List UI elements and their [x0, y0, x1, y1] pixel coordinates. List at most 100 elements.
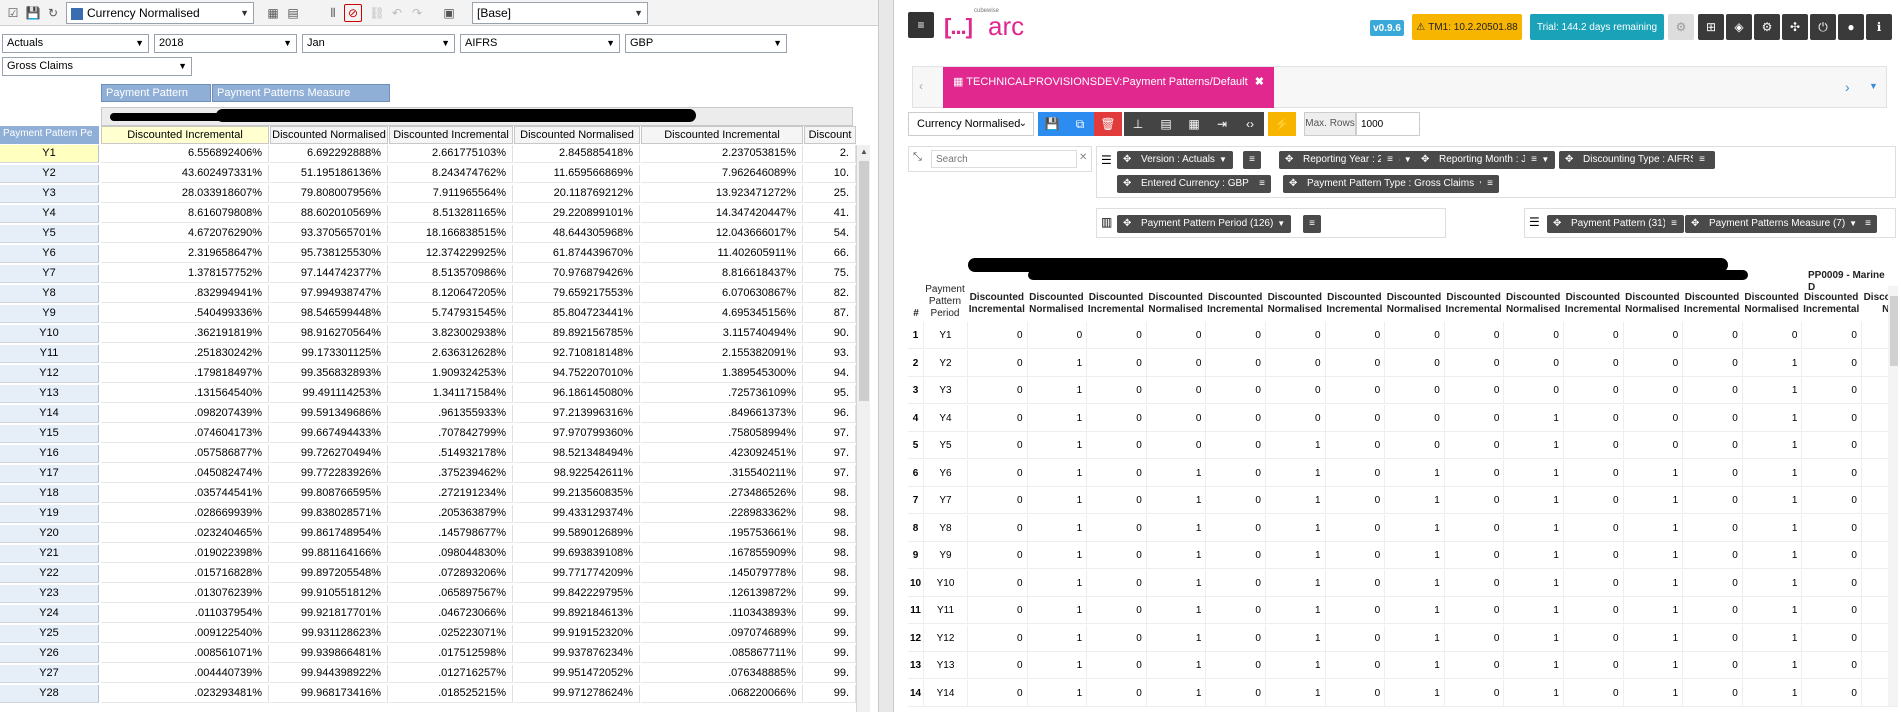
column-header[interactable]: Discounted Incremental: [1087, 292, 1145, 320]
column-header[interactable]: Discounted Incremental: [101, 126, 269, 144]
version-filter[interactable]: Actuals ▼: [2, 34, 149, 53]
data-cell[interactable]: 1: [1623, 679, 1684, 707]
data-cell[interactable]: 0: [1206, 404, 1266, 432]
data-cell[interactable]: 1: [1385, 514, 1445, 542]
data-cell[interactable]: 0: [1683, 377, 1743, 404]
data-cell[interactable]: 0: [1087, 514, 1147, 542]
data-cell[interactable]: .195753661%: [641, 525, 803, 543]
data-cell[interactable]: .961355933%: [389, 405, 513, 423]
data-cell[interactable]: 0: [1206, 624, 1266, 652]
data-cell[interactable]: 79.808007956%: [270, 185, 388, 203]
data-cell[interactable]: .045082474%: [101, 465, 269, 483]
checkbox-icon[interactable]: ☑: [4, 4, 22, 22]
column-header[interactable]: Discounted Incremental: [1683, 292, 1741, 320]
data-cell[interactable]: 98.922542611%: [514, 465, 640, 483]
data-cell[interactable]: 1: [1623, 652, 1684, 679]
undo-icon[interactable]: ↶: [388, 4, 406, 22]
data-cell[interactable]: 0: [1444, 377, 1505, 404]
data-cell[interactable]: 0: [1325, 377, 1386, 404]
close-icon[interactable]: ✖: [1255, 76, 1264, 88]
data-cell[interactable]: 0: [1444, 404, 1505, 432]
row-header[interactable]: Y2: [924, 349, 968, 377]
data-cell[interactable]: 0: [1683, 652, 1743, 679]
data-cell[interactable]: 0: [1087, 597, 1147, 624]
data-cell[interactable]: 0: [1325, 542, 1386, 569]
data-cell[interactable]: 28.033918607%: [101, 185, 269, 203]
row-header[interactable]: Y7: [924, 487, 968, 514]
data-cell[interactable]: .098044830%: [389, 545, 513, 563]
row-header[interactable]: Y1: [0, 145, 99, 163]
data-cell[interactable]: 0: [1444, 514, 1505, 542]
data-cell[interactable]: 0: [1802, 459, 1862, 487]
data-cell[interactable]: 1: [1146, 679, 1207, 707]
data-cell[interactable]: .023240465%: [101, 525, 269, 543]
data-cell[interactable]: 18.166838515%: [389, 225, 513, 243]
data-cell[interactable]: 8.816618437%: [641, 265, 803, 283]
row-header[interactable]: Y17: [0, 465, 99, 483]
data-cell[interactable]: 2.237053815%: [641, 145, 803, 163]
data-cell[interactable]: 1: [1146, 597, 1207, 624]
data-cell[interactable]: 0: [1146, 322, 1207, 349]
month-filter[interactable]: Jan ▼: [302, 34, 455, 53]
data-cell[interactable]: 98.: [804, 565, 856, 583]
tree-icon[interactable]: ⊥: [1124, 112, 1152, 136]
data-cell[interactable]: 1: [1742, 679, 1803, 707]
data-cell[interactable]: 0: [1206, 514, 1266, 542]
data-cell[interactable]: .315540211%: [641, 465, 803, 483]
data-cell[interactable]: 92.710818148%: [514, 345, 640, 363]
data-cell[interactable]: 1: [1266, 652, 1326, 679]
row-header[interactable]: Y8: [0, 285, 99, 303]
data-cell[interactable]: 0: [968, 514, 1028, 542]
data-cell[interactable]: 0: [1444, 349, 1505, 377]
data-cell[interactable]: 1: [1742, 624, 1803, 652]
data-cell[interactable]: 99.808766595%: [270, 485, 388, 503]
data-cell[interactable]: 0: [1802, 487, 1862, 514]
data-cell[interactable]: 8.243474762%: [389, 165, 513, 183]
data-cell[interactable]: .375239462%: [389, 465, 513, 483]
data-cell[interactable]: 0: [1623, 322, 1684, 349]
data-cell[interactable]: 7.911965564%: [389, 185, 513, 203]
data-cell[interactable]: 1: [1623, 542, 1684, 569]
data-cell[interactable]: 0: [1444, 322, 1505, 349]
column-header[interactable]: Discounted Incremental: [1564, 292, 1622, 320]
column-header[interactable]: Discounted Incremental: [389, 126, 513, 144]
data-cell[interactable]: 99.897205548%: [270, 565, 388, 583]
data-cell[interactable]: 0: [1444, 432, 1505, 459]
data-cell[interactable]: 98.: [804, 525, 856, 543]
data-cell[interactable]: .074604173%: [101, 425, 269, 443]
column-dimension-payment-pattern[interactable]: Payment Pattern: [101, 84, 211, 102]
data-cell[interactable]: .057586877%: [101, 445, 269, 463]
data-cell[interactable]: 97.213996316%: [514, 405, 640, 423]
data-cell[interactable]: 0: [1742, 322, 1803, 349]
data-cell[interactable]: 8.616079808%: [101, 205, 269, 223]
data-cell[interactable]: 1.389545300%: [641, 365, 803, 383]
data-cell[interactable]: .004440739%: [101, 665, 269, 683]
column-header[interactable]: Discounted Normalised: [1743, 292, 1801, 320]
data-cell[interactable]: 1: [1504, 487, 1564, 514]
data-cell[interactable]: 93.370565701%: [270, 225, 388, 243]
view-select[interactable]: Currency Normalised ⌄: [908, 112, 1034, 136]
data-cell[interactable]: 0: [1802, 679, 1862, 707]
data-cell[interactable]: 0: [1802, 377, 1862, 404]
data-cell[interactable]: 1: [1027, 377, 1088, 404]
data-cell[interactable]: 88.602010569%: [270, 205, 388, 223]
data-cell[interactable]: 99.: [804, 585, 856, 603]
data-cell[interactable]: 1: [1385, 624, 1445, 652]
data-cell[interactable]: 99.931128623%: [270, 625, 388, 643]
data-cell[interactable]: 99.772283926%: [270, 465, 388, 483]
data-cell[interactable]: 0: [968, 679, 1028, 707]
data-cell[interactable]: .540499336%: [101, 305, 269, 323]
row-header[interactable]: Y6: [0, 245, 99, 263]
subset-select[interactable]: [Base] ▼: [472, 2, 648, 24]
row-header[interactable]: Y9: [0, 305, 99, 323]
row-chip-menu-icon[interactable]: ≡: [1303, 215, 1321, 233]
row-header[interactable]: Y1: [924, 322, 968, 349]
year-filter[interactable]: 2018 ▼: [154, 34, 297, 53]
data-cell[interactable]: 0: [1087, 349, 1147, 377]
column-chip-menu-icon[interactable]: ≡: [1665, 215, 1683, 233]
row-header[interactable]: Y27: [0, 665, 99, 683]
data-cell[interactable]: .707842799%: [389, 425, 513, 443]
data-cell[interactable]: 99.: [804, 625, 856, 643]
columns-icon[interactable]: ⫴: [324, 4, 342, 22]
data-cell[interactable]: 98.: [804, 505, 856, 523]
